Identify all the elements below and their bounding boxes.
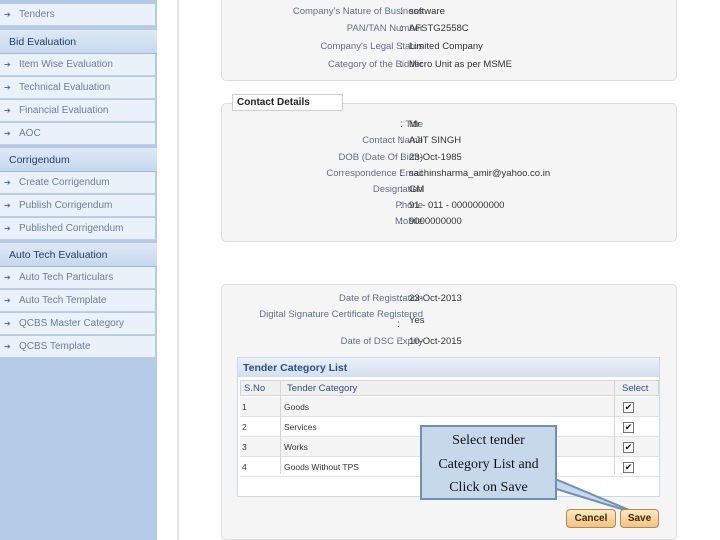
detail-row: Mobile: 9000000000 [395, 216, 462, 227]
column-header-category: Tender Category [287, 383, 358, 394]
cancel-button[interactable]: Cancel [566, 509, 616, 528]
sidebar: ➔ Tenders Bid Evaluation ➔ Item Wise Eva… [0, 0, 157, 540]
arrow-right-icon: ➔ [4, 106, 11, 115]
company-details-panel: Company's Nature of Business: software P… [221, 0, 677, 81]
sidebar-item-auto-tech-template[interactable]: ➔ Auto Tech Template [0, 290, 155, 312]
table-title: Tender Category List [238, 358, 659, 377]
detail-row: Correspondence Email: sachinsharma_amir@… [326, 168, 551, 179]
column-header-select: Select [622, 383, 649, 394]
detail-row: Company's Nature of Business: software [292, 6, 445, 17]
detail-row: Title: Mr [400, 119, 423, 130]
column-divider [614, 380, 615, 474]
column-divider [280, 380, 281, 474]
arrow-right-icon: ➔ [4, 296, 11, 305]
sidebar-item-publish-corrigendum[interactable]: ➔ Publish Corrigendum [0, 195, 155, 217]
sidebar-heading-bid-evaluation[interactable]: Bid Evaluation [0, 30, 157, 54]
arrow-right-icon: ➔ [4, 60, 11, 69]
table-header: S.No Tender Category Select [240, 380, 659, 396]
arrow-right-icon: ➔ [4, 178, 11, 187]
detail-row: Date of DSC Expiry: 10-Oct-2015 [340, 336, 462, 347]
detail-row: DOB (Date Of Birth): 23-Oct-1985 [338, 152, 462, 163]
select-checkbox[interactable]: ✔ [623, 462, 634, 473]
sidebar-item-item-wise-evaluation[interactable]: ➔ Item Wise Evaluation [0, 54, 155, 76]
sidebar-heading-corrigendum[interactable]: Corrigendum [0, 148, 157, 172]
sidebar-item-qcbs-master-category[interactable]: ➔ QCBS Master Category [0, 313, 155, 335]
arrow-right-icon: ➔ [4, 129, 11, 138]
arrow-right-icon: ➔ [4, 83, 11, 92]
contact-details-panel: Title: Mr Contact Name: AJIT SINGH DOB (… [221, 103, 677, 242]
sidebar-item-financial-evaluation[interactable]: ➔ Financial Evaluation [0, 100, 155, 122]
vertical-divider [177, 0, 179, 540]
arrow-right-icon: ➔ [4, 224, 11, 233]
section-title: Contact Details [232, 94, 343, 111]
detail-row: Date of Registration: 23-Oct-2013 [339, 293, 462, 304]
sidebar-item-auto-tech-particulars[interactable]: ➔ Auto Tech Particulars [0, 267, 155, 289]
arrow-right-icon: ➔ [4, 10, 11, 19]
detail-row: PAN/TAN Number: AFSTG2558C [346, 23, 469, 34]
detail-row: Digital Signature Certificate Registered… [259, 309, 425, 330]
sidebar-item-create-corrigendum[interactable]: ➔ Create Corrigendum [0, 172, 155, 194]
detail-row: Contact Name: AJIT SINGH [362, 135, 462, 146]
sidebar-item-qcbs-template[interactable]: ➔ QCBS Template [0, 336, 155, 358]
detail-row: Category of the Bidder: Micro Unit as pe… [327, 59, 512, 70]
sidebar-item-tenders[interactable]: ➔ Tenders [0, 4, 155, 26]
sidebar-heading-auto-tech-evaluation[interactable]: Auto Tech Evaluation [0, 243, 157, 267]
detail-row: Designation: GM [372, 184, 425, 195]
select-checkbox[interactable]: ✔ [623, 402, 634, 413]
sidebar-item-published-corrigendum[interactable]: ➔ Published Corrigendum [0, 218, 155, 240]
detail-row: Phone: 91 - 011 - 0000000000 [395, 200, 505, 211]
detail-row: Company's Legal Status: Limited Company [320, 41, 483, 52]
sidebar-item-aoc[interactable]: ➔ AOC [0, 123, 155, 145]
select-checkbox[interactable]: ✔ [623, 442, 634, 453]
sidebar-item-technical-evaluation[interactable]: ➔ Technical Evaluation [0, 77, 155, 99]
arrow-right-icon: ➔ [4, 342, 11, 351]
arrow-right-icon: ➔ [4, 201, 11, 210]
select-checkbox[interactable]: ✔ [623, 422, 634, 433]
table-row: 1 Goods ✔ [240, 397, 659, 417]
instruction-callout: Select tender Category List and Click on… [420, 425, 557, 500]
arrow-right-icon: ➔ [4, 273, 11, 282]
arrow-right-icon: ➔ [4, 319, 11, 328]
save-button[interactable]: Save [620, 509, 659, 528]
column-header-sno: S.No [244, 383, 266, 394]
